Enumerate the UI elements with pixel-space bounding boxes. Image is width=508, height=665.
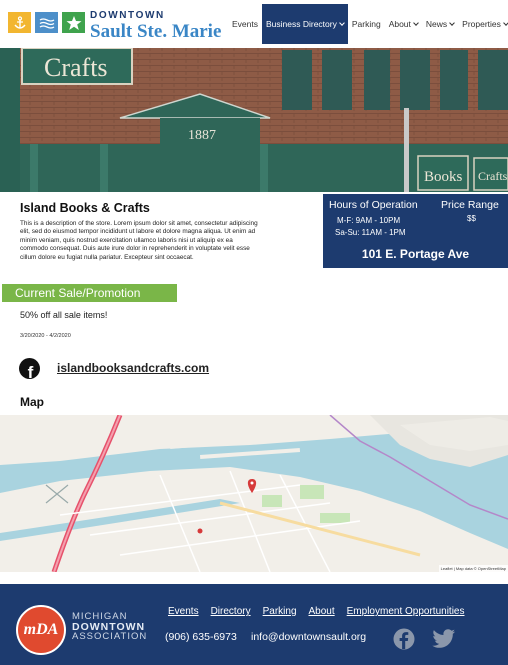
nav-parking[interactable]: Parking [348, 4, 385, 44]
nav-business-directory[interactable]: Business Directory [262, 4, 348, 44]
store-description: This is a description of the store. Lore… [20, 220, 258, 261]
nav-events[interactable]: Events [228, 4, 262, 44]
store-name: Island Books & Crafts [20, 201, 150, 215]
footer-link-about[interactable]: About [309, 606, 335, 617]
mda-logo-text: mDA [23, 621, 59, 638]
main-nav: Events Business Directory Parking About … [228, 0, 508, 48]
waves-icon [35, 12, 58, 33]
org-line-3: ASSOCIATION [72, 631, 148, 642]
hours-title: Hours of Operation [329, 199, 418, 211]
map-point[interactable] [197, 528, 203, 534]
map-title: Map [20, 395, 44, 409]
site-header: DOWNTOWN Sault Ste. Marie Events Busines… [0, 0, 508, 48]
storefront-photo: Crafts 1887 Books Crafts [0, 48, 508, 192]
nav-news[interactable]: News [422, 4, 458, 44]
hours-weekend: Sa-Su: 11AM - 1PM [335, 228, 406, 237]
mda-logo[interactable]: mDA [16, 605, 66, 655]
store-address: 101 E. Portage Ave [361, 247, 470, 261]
chevron-down-icon [413, 19, 419, 26]
location-map[interactable]: Leaflet | Map data © OpenStreetMap [0, 415, 508, 572]
price-value: $$ [467, 214, 476, 223]
nav-business-directory-label: Business Directory [266, 19, 337, 29]
facebook-icon[interactable] [393, 628, 415, 655]
price-title: Price Range [441, 199, 499, 211]
mda-wordmark: MICHIGAN DOWNTOWN ASSOCIATION [72, 612, 147, 642]
nav-about[interactable]: About [385, 4, 422, 44]
map-attribution[interactable]: Leaflet | Map data © OpenStreetMap [438, 565, 508, 572]
hero-sign-books: Books [424, 169, 463, 185]
nav-about-label: About [388, 19, 411, 29]
footer-link-events[interactable]: Events [168, 606, 199, 617]
brand-top: DOWNTOWN [90, 10, 165, 21]
star-icon [62, 12, 85, 33]
facebook-icon[interactable]: f [19, 358, 40, 379]
footer-link-parking[interactable]: Parking [263, 606, 297, 617]
site-footer: mDA MICHIGAN DOWNTOWN ASSOCIATION Events… [0, 584, 508, 665]
nav-parking-label: Parking [351, 19, 381, 29]
footer-email[interactable]: info@downtownsault.org [251, 631, 366, 643]
logo-tiles[interactable] [8, 12, 85, 33]
hero-sign-crafts: Crafts [44, 53, 108, 82]
sale-heading: Current Sale/Promotion [2, 284, 177, 302]
footer-link-employment[interactable]: Employment Opportunities [347, 606, 465, 617]
chevron-down-icon [339, 19, 345, 26]
website-link[interactable]: islandbooksandcrafts.com [57, 361, 209, 375]
nav-properties-label: Properties [462, 19, 501, 29]
anchor-icon [8, 12, 31, 33]
brand-bottom: Sault Ste. Marie [90, 21, 222, 42]
footer-nav: Events Directory Parking About Employmen… [168, 606, 476, 617]
sale-dates: 3/20/2020 - 4/2/2020 [20, 333, 71, 339]
footer-link-directory[interactable]: Directory [211, 606, 251, 617]
site-logo-text[interactable]: DOWNTOWN Sault Ste. Marie [90, 10, 222, 42]
sale-text: 50% off all sale items! [20, 310, 108, 320]
nav-news-label: News [425, 19, 448, 29]
chevron-down-icon [503, 19, 508, 26]
hours-weekday: M-F: 9AM - 10PM [337, 216, 401, 225]
footer-phone[interactable]: (906) 635-6973 [165, 631, 237, 643]
chevron-down-icon [449, 19, 456, 26]
hours-price-box: Hours of Operation Price Range M-F: 9AM … [323, 194, 508, 268]
hero-year: 1887 [188, 128, 216, 143]
nav-properties[interactable]: Properties [458, 4, 508, 44]
nav-events-label: Events [232, 19, 258, 29]
hero-sign-crafts-small: Crafts [478, 169, 508, 183]
twitter-icon[interactable] [432, 628, 456, 655]
